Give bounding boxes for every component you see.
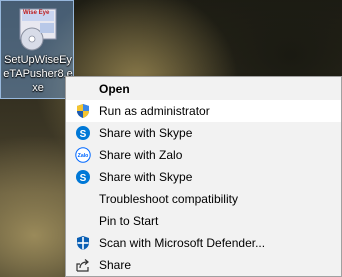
menu-item-share[interactable]: Share [66, 254, 341, 276]
menu-item-share-with-skype[interactable]: S Share with Skype [66, 166, 341, 188]
menu-item-pin-to-start[interactable]: Pin to Start [66, 210, 341, 232]
menu-item-run-as-administrator[interactable]: Run as administrator [66, 100, 341, 122]
menu-item-share-with-zalo[interactable]: Zalo Share with Zalo [66, 144, 341, 166]
desktop-icon-label: SetUpWiseEyeTAPusher8.exe [3, 54, 73, 94]
menu-item-label: Troubleshoot compatibility [99, 192, 238, 206]
menu-item-label: Share with Skype [99, 170, 193, 184]
svg-text:S: S [80, 173, 87, 184]
menu-item-label: Scan with Microsoft Defender... [99, 236, 266, 250]
svg-text:Zalo: Zalo [78, 153, 89, 159]
desktop-file-icon[interactable]: Wise Eye SetUpWiseEyeTAPusher8.exe [0, 0, 74, 99]
menu-item-share-with-skype[interactable]: S Share with Skype [66, 122, 341, 144]
context-menu: Open Run as administrator S Share with S… [65, 76, 342, 277]
menu-item-label: Run as administrator [99, 104, 210, 118]
menu-item-scan-with-defender[interactable]: Scan with Microsoft Defender... [66, 232, 341, 254]
skype-icon: S [76, 170, 90, 184]
menu-item-troubleshoot-compatibility[interactable]: Troubleshoot compatibility [66, 188, 341, 210]
svg-text:S: S [80, 129, 87, 140]
zalo-icon: Zalo [75, 147, 91, 163]
menu-item-label: Open [99, 82, 130, 96]
menu-item-label: Share with Skype [99, 126, 193, 140]
menu-item-open[interactable]: Open [66, 78, 341, 100]
menu-item-label: Share [99, 258, 132, 272]
menu-item-label: Share with Zalo [99, 148, 183, 162]
menu-item-label: Pin to Start [99, 214, 159, 228]
share-icon [76, 259, 89, 272]
installer-logo-text: Wise Eye [23, 10, 50, 16]
skype-icon: S [76, 126, 90, 140]
defender-icon [77, 236, 89, 250]
uac-shield-icon [77, 104, 89, 118]
